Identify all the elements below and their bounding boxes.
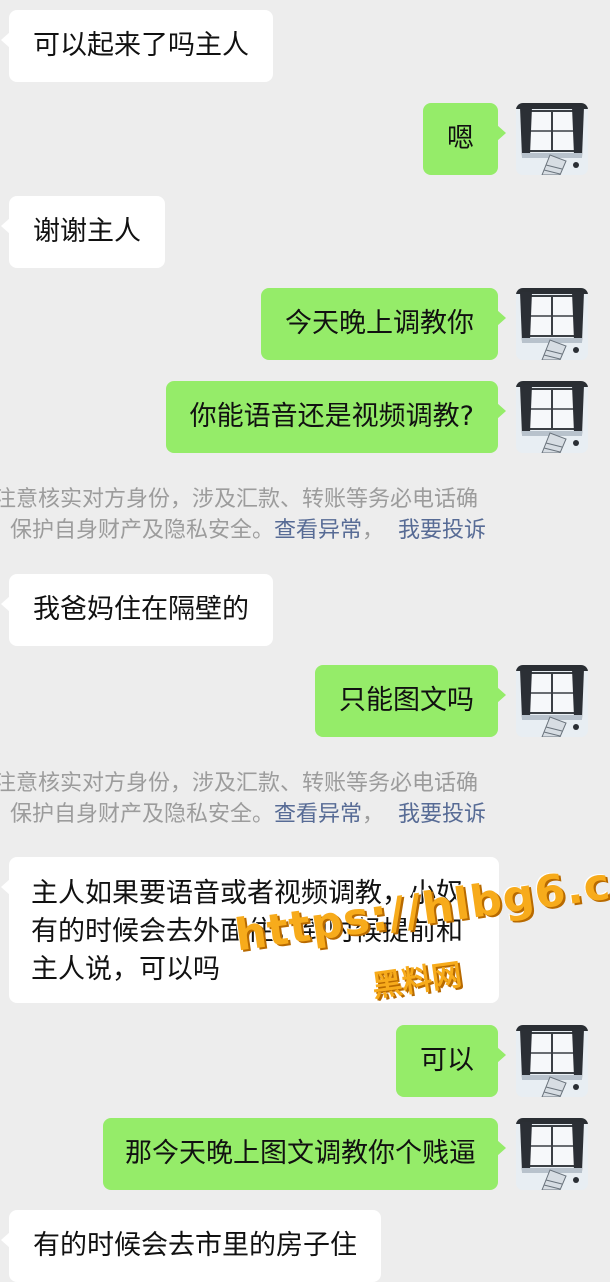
incoming-message-bubble[interactable]: 谢谢主人: [1, 196, 165, 268]
message-text: 只能图文吗: [339, 685, 474, 716]
window-curtain-avatar-icon: [516, 665, 588, 737]
message-row: 你能语音还是视频调教?: [0, 381, 610, 453]
message-text: 我爸妈住在隔壁的: [33, 594, 249, 625]
message-text: 今天晚上调教你: [285, 308, 474, 339]
incoming-message-bubble[interactable]: 我爸妈住在隔壁的: [1, 574, 273, 646]
message-text: 可以: [420, 1045, 474, 1076]
my-avatar[interactable]: [516, 1118, 588, 1190]
message-row: 主人如果要语音或者视频调教，小奴有的时候会去外面住，到时候提前和主人说，可以吗: [0, 857, 610, 1003]
outgoing-message-bubble[interactable]: 那今天晚上图文调教你个贱逼: [103, 1118, 506, 1190]
message-text: 可以起来了吗主人: [33, 30, 249, 61]
window-curtain-avatar-icon: [516, 1025, 588, 1097]
incoming-message-bubble[interactable]: 主人如果要语音或者视频调教，小奴有的时候会去外面住，到时候提前和主人说，可以吗: [1, 857, 499, 1003]
notice-separator: ，: [362, 802, 385, 827]
message-text: 嗯: [447, 123, 474, 154]
safety-notice: 注意核实对方身份，涉及汇款、转账等务必电话确 保护自身财产及隐私安全。查看异常，…: [0, 768, 610, 830]
safety-notice: 注意核实对方身份，涉及汇款、转账等务必电话确 保护自身财产及隐私安全。查看异常，…: [0, 484, 610, 546]
message-text: 你能语音还是视频调教?: [189, 401, 474, 432]
notice-line: 保护自身财产及隐私安全。查看异常， 我要投诉: [10, 799, 486, 830]
my-avatar[interactable]: [516, 665, 588, 737]
message-row: 有的时候会去市里的房子住: [0, 1210, 610, 1282]
message-row: 谢谢主人: [0, 196, 610, 268]
message-row: 嗯: [0, 103, 610, 175]
notice-line: 注意核实对方身份，涉及汇款、转账等务必电话确: [0, 487, 479, 512]
window-curtain-avatar-icon: [516, 381, 588, 453]
message-text: 那今天晚上图文调教你个贱逼: [125, 1138, 476, 1169]
window-curtain-avatar-icon: [516, 288, 588, 360]
outgoing-message-bubble[interactable]: 今天晚上调教你: [261, 288, 506, 360]
message-text: 主人如果要语音或者视频调教，小奴有的时候会去外面住，到时候提前和主人说，可以吗: [31, 878, 463, 985]
my-avatar[interactable]: [516, 288, 588, 360]
my-avatar[interactable]: [516, 103, 588, 175]
message-row: 那今天晚上图文调教你个贱逼: [0, 1118, 610, 1190]
window-curtain-avatar-icon: [516, 103, 588, 175]
my-avatar[interactable]: [516, 1025, 588, 1097]
message-row: 今天晚上调教你: [0, 288, 610, 360]
notice-line: 注意核实对方身份，涉及汇款、转账等务必电话确: [0, 771, 479, 796]
view-abnormal-link[interactable]: 查看异常: [274, 518, 362, 543]
report-link[interactable]: 我要投诉: [398, 518, 486, 543]
report-link[interactable]: 我要投诉: [398, 802, 486, 827]
notice-text: 保护自身财产及隐私安全。: [10, 802, 275, 827]
notice-text: 保护自身财产及隐私安全。: [10, 518, 275, 543]
message-text: 谢谢主人: [33, 216, 141, 247]
message-row: 我爸妈住在隔壁的: [0, 574, 610, 646]
outgoing-message-bubble[interactable]: 可以: [396, 1025, 506, 1097]
window-curtain-avatar-icon: [516, 1118, 588, 1190]
message-row: 可以: [0, 1025, 610, 1097]
incoming-message-bubble[interactable]: 有的时候会去市里的房子住: [1, 1210, 381, 1282]
message-text: 有的时候会去市里的房子住: [33, 1230, 357, 1261]
message-row: 只能图文吗: [0, 665, 610, 737]
incoming-message-bubble[interactable]: 可以起来了吗主人: [1, 10, 273, 82]
outgoing-message-bubble[interactable]: 只能图文吗: [315, 665, 506, 737]
my-avatar[interactable]: [516, 381, 588, 453]
outgoing-message-bubble[interactable]: 嗯: [423, 103, 506, 175]
view-abnormal-link[interactable]: 查看异常: [274, 802, 362, 827]
notice-line: 保护自身财产及隐私安全。查看异常， 我要投诉: [10, 515, 486, 546]
message-row: 可以起来了吗主人: [0, 10, 610, 82]
outgoing-message-bubble[interactable]: 你能语音还是视频调教?: [165, 381, 507, 453]
notice-separator: ，: [362, 518, 385, 543]
